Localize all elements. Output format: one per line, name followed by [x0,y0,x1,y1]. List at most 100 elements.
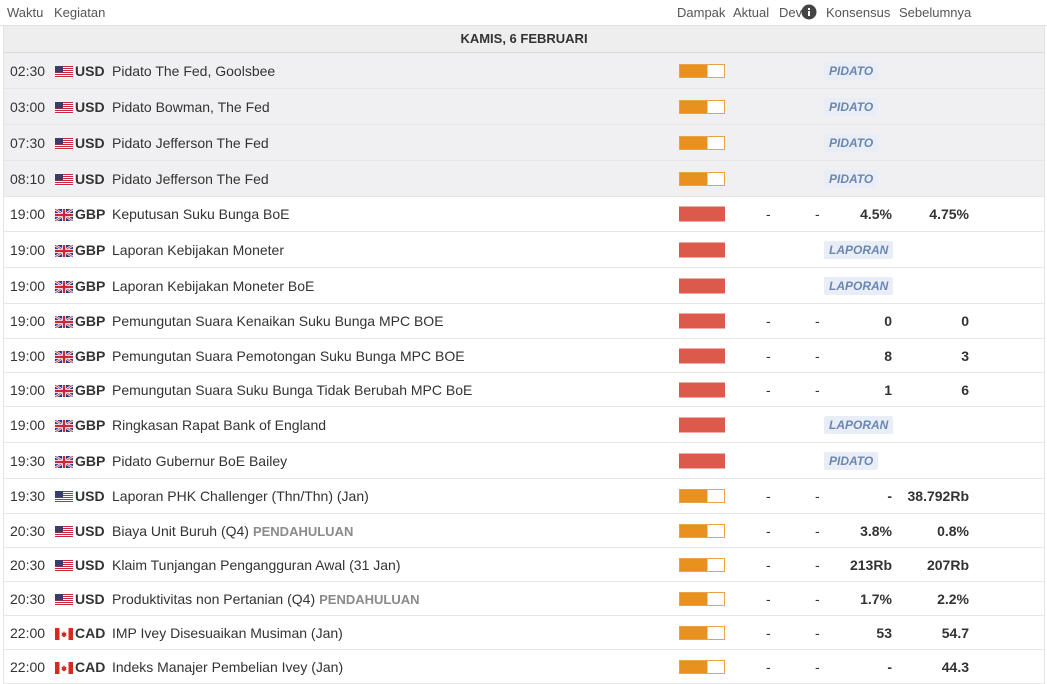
currency: USD [75,98,105,115]
flag-icon [54,279,74,294]
event-name[interactable]: Pemungutan Suara Suku Bunga Tidak Beruba… [112,382,472,398]
event-name[interactable]: Pidato Gubernur BoE Bailey [112,453,287,469]
col-aktual[interactable]: Aktual [733,5,769,20]
consensus-value: 0 [884,313,892,329]
actual-value: - [766,206,771,222]
event-name[interactable]: Laporan Kebijakan Moneter BoE [112,278,314,294]
actual-value: - [766,522,771,539]
table-row[interactable]: 19:00 GBP Pemungutan Suara Pemotongan Suku… [4,339,1044,373]
event-name[interactable]: Pidato Jefferson The Fed [112,171,269,187]
previous-value: 54.7 [941,624,969,641]
table-row[interactable]: 03:00 USD Pidato Bowman, The Fed PIDATO [4,89,1044,125]
event-title[interactable]: Pidato Jefferson The Fed [112,135,269,151]
flag-icon [55,173,73,186]
event-time: 19:00 [10,347,46,364]
col-sebelumnya[interactable]: Sebelumnya [899,5,971,20]
event-title[interactable]: Biaya Unit Buruh (Q4) [112,523,249,539]
previous-value: 44.3 [941,658,969,675]
event-name[interactable]: Pidato Jefferson The Fed [112,135,269,151]
event-time: 07:30 [10,134,46,151]
consensus-value: 1 [884,381,892,398]
table-row[interactable]: 19:30 USD Laporan PHK Challenger (Thn/Thn)… [4,479,1044,514]
event-time: 19:00 [10,313,46,329]
currency: CAD [75,624,106,641]
preliminary-tag: PENDAHULUAN [319,591,420,607]
deviation-value: - [815,590,820,607]
table-row[interactable]: 19:30 GBP Pidato Gubernur BoE Bailey PIDATO [4,443,1044,479]
table-row[interactable]: 20:30 USD Klaim Tunjangan Pengangguran Awa… [4,548,1044,582]
currency: GBP [75,313,106,329]
event-name[interactable]: Laporan PHK Challenger (Thn/Thn) (Jan) [112,488,369,504]
event-name[interactable]: Biaya Unit Buruh (Q4) PENDAHULUAN [112,523,353,539]
event-name[interactable]: Laporan Kebijakan Moneter [112,242,284,258]
currency: GBP [75,452,106,469]
table-row[interactable]: 20:30 USD Biaya Unit Buruh (Q4) PENDAHULUAN… [4,514,1044,548]
event-title[interactable]: Produktivitas non Pertanian (Q4) [112,591,315,607]
event-title[interactable]: Pemungutan Suara Pemotongan Suku Bunga M… [112,348,465,364]
event-title[interactable]: Pidato Jefferson The Fed [112,171,269,187]
impact-indicator [679,417,725,432]
impact-indicator [679,625,725,640]
table-row[interactable]: 19:00 GBP Pemungutan Suara Suku Bunga Tida… [4,373,1044,407]
event-name[interactable]: Indeks Manajer Pembelian Ivey (Jan) [112,659,343,675]
event-name[interactable]: Produktivitas non Pertanian (Q4) PENDAHUL… [112,591,420,607]
event-title[interactable]: Pidato Bowman, The Fed [112,99,270,115]
table-row[interactable]: 20:30 USD Produktivitas non Pertanian (Q4)… [4,582,1044,616]
consensus-value: 53 [876,624,892,641]
event-name[interactable]: Keputusan Suku Bunga BoE [112,206,289,222]
table-row[interactable]: 19:00 GBP Pemungutan Suara Kenaikan Suku B… [4,304,1044,339]
event-name[interactable]: Pemungutan Suara Pemotongan Suku Bunga M… [112,348,465,364]
event-title[interactable]: Klaim Tunjangan Pengangguran Awal (31 Ja… [112,557,401,573]
event-name[interactable]: Klaim Tunjangan Pengangguran Awal (31 Ja… [112,557,401,573]
event-name[interactable]: Pidato The Fed, Goolsbee [112,63,275,79]
event-title[interactable]: Laporan PHK Challenger (Thn/Thn) (Jan) [112,488,369,504]
col-waktu[interactable]: Waktu [7,5,43,20]
event-name[interactable]: Pidato Bowman, The Fed [112,99,270,115]
table-row[interactable]: 02:30 USD Pidato The Fed, Goolsbee PIDATO [4,53,1044,89]
table-row[interactable]: 07:30 USD Pidato Jefferson The Fed PIDATO [4,125,1044,161]
event-title[interactable]: Laporan Kebijakan Moneter BoE [112,278,314,294]
event-type-badge: PIDATO [824,97,879,116]
flag-icon [54,454,74,469]
event-title[interactable]: Keputusan Suku Bunga BoE [112,206,289,222]
table-row[interactable]: 19:00 GBP Ringkasan Rapat Bank of England L… [4,407,1044,443]
day-header: KAMIS, 6 FEBRUARI [3,26,1045,53]
event-title[interactable]: Pemungutan Suara Suku Bunga Tidak Beruba… [112,382,472,398]
deviation-value: - [815,522,820,539]
info-icon[interactable] [801,4,817,23]
event-title[interactable]: Pidato Gubernur BoE Bailey [112,453,287,469]
table-row[interactable]: 08:10 USD Pidato Jefferson The Fed PIDATO [4,161,1044,197]
previous-value: 0.8% [937,522,969,539]
actual-value: - [766,590,771,607]
table-row[interactable]: 22:00 CAD Indeks Manajer Pembelian Ivey (J… [4,650,1044,684]
actual-value: - [766,347,771,364]
event-name[interactable]: Ringkasan Rapat Bank of England [112,417,326,433]
impact-indicator [679,591,725,606]
event-time: 02:30 [10,62,46,79]
col-dev[interactable]: Dev [779,5,802,20]
flag-icon [55,525,73,538]
table-row[interactable]: 19:00 GBP Laporan Kebijakan Moneter BoE LAP… [4,268,1044,304]
event-title[interactable]: IMP Ivey Disesuaikan Musiman (Jan) [112,625,343,641]
event-name[interactable]: IMP Ivey Disesuaikan Musiman (Jan) [112,625,343,641]
event-title[interactable]: Pidato The Fed, Goolsbee [112,63,275,79]
table-row[interactable]: 19:00 GBP Keputusan Suku Bunga BoE - - 4.5% 4.… [4,197,1044,232]
event-title[interactable]: Laporan Kebijakan Moneter [112,242,284,258]
event-time: 19:30 [10,488,46,504]
event-type-badge: LAPORAN [824,415,894,434]
previous-value: 0 [961,313,969,329]
preliminary-tag: PENDAHULUAN [252,523,354,539]
event-time: 20:30 [10,522,46,539]
col-kegiatan[interactable]: Kegiatan [54,5,105,20]
table-row[interactable]: 22:00 CAD IMP Ivey Disesuaikan Musiman (Ja… [4,616,1044,650]
event-title[interactable]: Pemungutan Suara Kenaikan Suku Bunga MPC… [112,313,444,329]
event-title[interactable]: Ringkasan Rapat Bank of England [112,417,326,433]
event-title[interactable]: Indeks Manajer Pembelian Ivey (Jan) [112,659,343,675]
deviation-value: - [815,347,820,364]
col-dampak[interactable]: Dampak [677,5,725,20]
impact-indicator [679,99,725,114]
event-time: 19:00 [10,241,46,258]
col-konsensus[interactable]: Konsensus [826,5,890,20]
event-name[interactable]: Pemungutan Suara Kenaikan Suku Bunga MPC… [112,313,444,329]
table-row[interactable]: 19:00 GBP Laporan Kebijakan Moneter LAPORAN [4,232,1044,268]
